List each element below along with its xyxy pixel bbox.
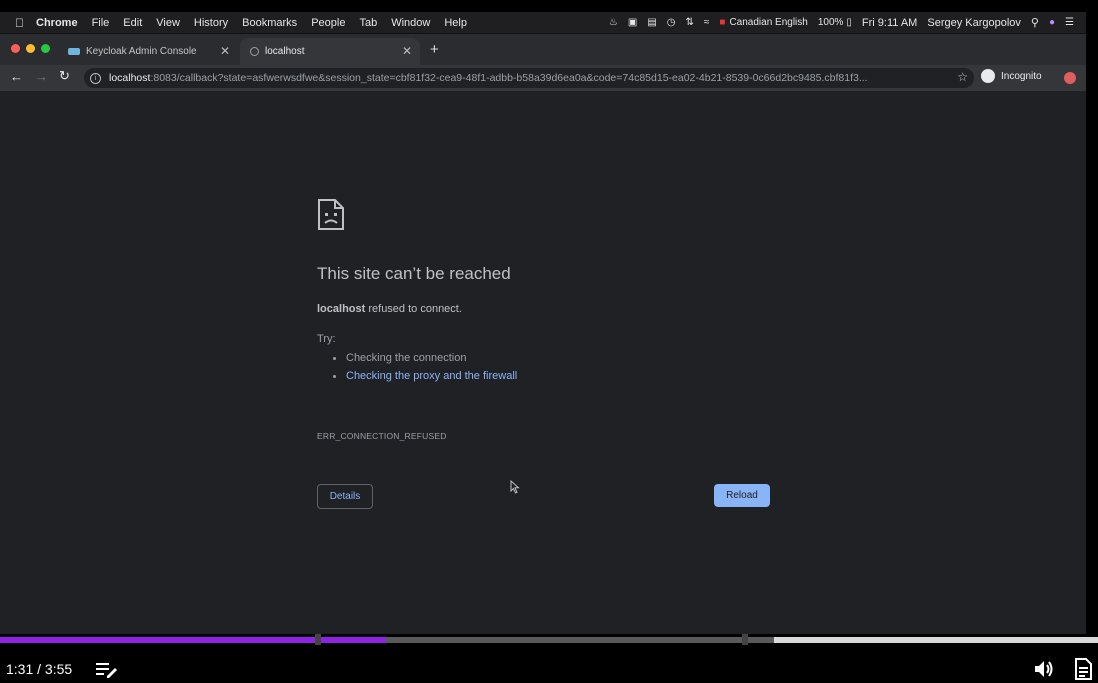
url-host: localhost [109, 72, 151, 84]
browser-toolbar: ← → ↻ i localhost:8083/callback?state=as… [0, 65, 1086, 91]
menu-window[interactable]: Window [391, 17, 430, 29]
time-machine-icon[interactable]: ◷ [667, 17, 676, 28]
docker-icon[interactable]: ♨ [609, 17, 618, 28]
error-description-rest: refused to connect. [365, 303, 462, 315]
menu-edit[interactable]: Edit [123, 17, 142, 29]
macos-menu-bar:  Chrome File Edit View History Bookmark… [0, 12, 1086, 33]
menu-tab[interactable]: Tab [359, 17, 377, 29]
suggestion-item: Checking the proxy and the firewall [333, 370, 517, 382]
details-button[interactable]: Details [317, 484, 373, 509]
info-icon[interactable]: i [90, 72, 101, 84]
back-icon[interactable]: ← [10, 69, 23, 84]
tab-keycloak-admin-console[interactable]: Keycloak Admin Console ✕ [60, 38, 238, 65]
tab-label: localhost [265, 46, 305, 57]
menu-history[interactable]: History [194, 17, 228, 29]
screen-record-icon[interactable]: ▣ [628, 17, 637, 28]
suggestion-item: Checking the connection [333, 352, 466, 364]
display-icon[interactable]: ▤ [647, 17, 656, 28]
canada-flag-icon: ■ [719, 17, 726, 28]
menu-app-name[interactable]: Chrome [36, 17, 78, 29]
incognito-label: Incognito [1001, 70, 1042, 82]
menu-people[interactable]: People [311, 17, 345, 29]
volume-icon[interactable] [1033, 659, 1055, 679]
page-content: This site can’t be reached localhost ref… [0, 91, 1086, 634]
input-source-label[interactable]: Canadian English [729, 17, 807, 28]
status-area: ♨ ▣ ▤ ◷ ⇅ ≈ ■ Canadian English 100% ▯ Fr… [599, 12, 1086, 33]
bluetooth-icon[interactable]: ⇅ [686, 17, 694, 28]
chapter-marker[interactable] [742, 634, 748, 645]
notification-center-icon[interactable]: ☰ [1065, 17, 1074, 28]
new-tab-button[interactable]: + [430, 41, 439, 58]
sad-file-icon [318, 199, 344, 230]
mouse-cursor-icon [510, 480, 520, 494]
apple-icon[interactable]:  [15, 16, 24, 30]
url-rest: :8083/callback?state=asfwerwsdfwe&sessio… [150, 72, 868, 84]
user-name[interactable]: Sergey Kargopolov [927, 17, 1021, 29]
menu-bookmarks[interactable]: Bookmarks [242, 17, 297, 29]
video-time-display: 1:31 / 3:55 [6, 661, 73, 677]
reload-icon[interactable]: ↻ [59, 68, 70, 84]
spotlight-icon[interactable]: ⚲ [1031, 16, 1039, 29]
proxy-firewall-link[interactable]: Checking the proxy and the firewall [346, 370, 517, 382]
bullet-icon [333, 374, 336, 378]
video-progress-played [0, 637, 387, 643]
tab-label: Keycloak Admin Console [86, 46, 197, 57]
clock[interactable]: Fri 9:11 AM [862, 17, 917, 29]
incognito-icon [981, 69, 995, 83]
error-code: ERR_CONNECTION_REFUSED [317, 431, 447, 441]
reload-button[interactable]: Reload [714, 484, 770, 507]
forward-icon[interactable]: → [35, 69, 48, 84]
globe-icon [250, 47, 259, 56]
try-label: Try: [317, 333, 336, 345]
incognito-indicator[interactable]: Incognito [981, 69, 1042, 83]
bullet-icon [333, 356, 336, 360]
battery-percent[interactable]: 100% [818, 17, 844, 28]
error-description: localhost refused to connect. [317, 303, 462, 315]
siri-icon[interactable]: ● [1049, 17, 1055, 28]
address-bar[interactable]: i localhost:8083/callback?state=asfwerws… [84, 68, 974, 88]
close-tab-icon[interactable]: ✕ [220, 44, 230, 58]
zoom-window-button[interactable] [41, 44, 50, 53]
error-title: This site can’t be reached [317, 264, 511, 283]
wifi-icon[interactable]: ≈ [704, 17, 710, 28]
video-progress-buffered [774, 637, 1098, 643]
battery-icon: ▯ [846, 17, 852, 28]
keycloak-icon [68, 48, 80, 55]
close-window-button[interactable] [11, 44, 20, 53]
menu-view[interactable]: View [156, 17, 180, 29]
tab-strip: Keycloak Admin Console ✕ localhost ✕ + [0, 34, 1086, 65]
tab-localhost[interactable]: localhost ✕ [240, 38, 420, 65]
suggestion-text: Checking the connection [346, 352, 467, 364]
transcript-icon[interactable] [1074, 658, 1092, 680]
browser-window: Keycloak Admin Console ✕ localhost ✕ + ←… [0, 33, 1086, 634]
error-host: localhost [317, 303, 366, 315]
bookmark-star-icon[interactable]: ☆ [957, 70, 968, 84]
extension-icon[interactable] [1064, 72, 1076, 84]
menu-help[interactable]: Help [444, 17, 467, 29]
menu-file[interactable]: File [92, 17, 110, 29]
minimize-window-button[interactable] [26, 44, 35, 53]
close-tab-icon[interactable]: ✕ [402, 44, 412, 58]
chapter-marker[interactable] [315, 634, 321, 645]
playlist-edit-icon[interactable] [95, 660, 119, 678]
